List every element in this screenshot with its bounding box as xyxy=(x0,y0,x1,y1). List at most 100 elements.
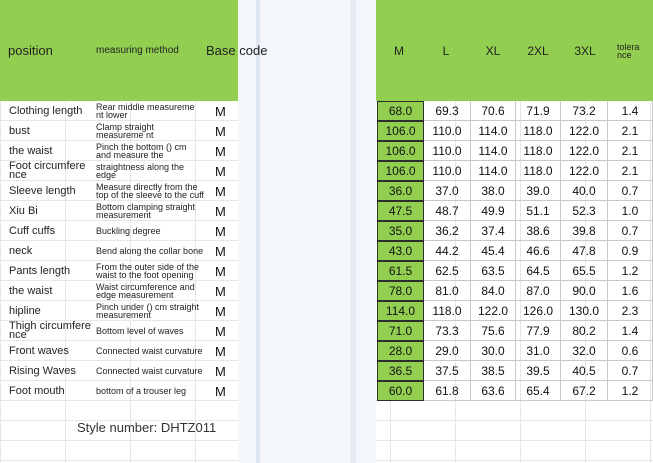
cell-size-value[interactable]: 114.0 xyxy=(471,121,516,141)
cell-base-code[interactable]: M xyxy=(215,241,235,261)
style-number[interactable]: Style number: DHTZ011 xyxy=(77,420,216,435)
cell-position[interactable]: Rising Waves xyxy=(9,361,97,381)
cell-size-value[interactable]: 28.0 xyxy=(377,341,424,361)
cell-position[interactable]: Pants length xyxy=(9,261,97,281)
cell-size-value[interactable]: 39.8 xyxy=(561,221,608,241)
cell-position[interactable]: Foot mouth xyxy=(9,381,97,401)
cell-size-value[interactable]: 122.0 xyxy=(471,301,516,321)
cell-base-code[interactable]: M xyxy=(215,161,235,181)
cell-size-value[interactable]: 110.0 xyxy=(424,161,471,181)
cell-size-value[interactable]: 114.0 xyxy=(377,301,424,321)
cell-size-value[interactable]: 46.6 xyxy=(516,241,561,261)
cell-base-code[interactable]: M xyxy=(215,201,235,221)
cell-size-value[interactable]: 110.0 xyxy=(424,121,471,141)
cell-size-value[interactable]: 118.0 xyxy=(516,121,561,141)
cell-tolerance[interactable]: 0.7 xyxy=(608,181,653,201)
cell-size-value[interactable]: 36.2 xyxy=(424,221,471,241)
cell-size-value[interactable]: 118.0 xyxy=(516,141,561,161)
cell-size-value[interactable]: 71.0 xyxy=(377,321,424,341)
cell-tolerance[interactable]: 0.7 xyxy=(608,361,653,381)
header-size-2xl[interactable]: 2XL xyxy=(520,0,556,101)
cell-measuring-method[interactable]: Pinch under () cm straight measurement xyxy=(96,301,204,321)
cell-base-code[interactable]: M xyxy=(215,181,235,201)
cell-base-code[interactable]: M xyxy=(215,221,235,241)
cell-base-code[interactable]: M xyxy=(215,281,235,301)
cell-base-code[interactable]: M xyxy=(215,141,235,161)
cell-base-code[interactable]: M xyxy=(215,121,235,141)
cell-tolerance[interactable]: 1.4 xyxy=(608,101,653,121)
cell-size-value[interactable]: 65.4 xyxy=(516,381,561,401)
spreadsheet[interactable]: position measuring method Base code M L … xyxy=(0,0,653,463)
cell-size-value[interactable]: 106.0 xyxy=(377,121,424,141)
cell-size-value[interactable]: 38.0 xyxy=(471,181,516,201)
cell-size-value[interactable]: 47.5 xyxy=(377,201,424,221)
cell-position[interactable]: neck xyxy=(9,241,97,261)
cell-tolerance[interactable]: 0.7 xyxy=(608,221,653,241)
cell-size-value[interactable]: 61.5 xyxy=(377,261,424,281)
cell-measuring-method[interactable]: bottom of a trouser leg xyxy=(96,381,204,401)
cell-measuring-method[interactable]: Measure directly from the top of the sle… xyxy=(96,181,204,201)
cell-size-value[interactable]: 90.0 xyxy=(561,281,608,301)
cell-size-value[interactable]: 63.6 xyxy=(471,381,516,401)
cell-tolerance[interactable]: 0.6 xyxy=(608,341,653,361)
cell-measuring-method[interactable]: Clamp straight measureme nt xyxy=(96,121,204,141)
cell-size-value[interactable]: 106.0 xyxy=(377,161,424,181)
cell-position[interactable]: Front waves xyxy=(9,341,97,361)
cell-size-value[interactable]: 84.0 xyxy=(471,281,516,301)
cell-size-value[interactable]: 60.0 xyxy=(377,381,424,401)
cell-tolerance[interactable]: 2.1 xyxy=(608,141,653,161)
cell-size-value[interactable]: 126.0 xyxy=(516,301,561,321)
cell-size-value[interactable]: 40.0 xyxy=(561,181,608,201)
cell-size-value[interactable]: 43.0 xyxy=(377,241,424,261)
cell-size-value[interactable]: 62.5 xyxy=(424,261,471,281)
cell-size-value[interactable]: 68.0 xyxy=(377,101,424,121)
cell-size-value[interactable]: 75.6 xyxy=(471,321,516,341)
cell-position[interactable]: Thigh circumfere nce xyxy=(9,321,97,341)
cell-tolerance[interactable]: 1.2 xyxy=(608,261,653,281)
cell-measuring-method[interactable]: Waist circumference and edge measurement xyxy=(96,281,204,301)
cell-measuring-method[interactable]: Bottom level of waves xyxy=(96,321,204,341)
cell-base-code[interactable]: M xyxy=(215,301,235,321)
cell-size-value[interactable]: 44.2 xyxy=(424,241,471,261)
cell-size-value[interactable]: 49.9 xyxy=(471,201,516,221)
cell-position[interactable]: Sleeve length xyxy=(9,181,97,201)
cell-tolerance[interactable]: 1.0 xyxy=(608,201,653,221)
cell-size-value[interactable]: 73.3 xyxy=(424,321,471,341)
cell-size-value[interactable]: 37.0 xyxy=(424,181,471,201)
cell-base-code[interactable]: M xyxy=(215,261,235,281)
cell-size-value[interactable]: 52.3 xyxy=(561,201,608,221)
cell-size-value[interactable]: 38.5 xyxy=(471,361,516,381)
cell-size-value[interactable]: 39.5 xyxy=(516,361,561,381)
cell-position[interactable]: Clothing length xyxy=(9,101,97,121)
cell-measuring-method[interactable]: Connected waist curvature xyxy=(96,361,204,381)
cell-base-code[interactable]: M xyxy=(215,381,235,401)
cell-size-value[interactable]: 37.5 xyxy=(424,361,471,381)
header-base-code[interactable]: Base code xyxy=(206,0,267,101)
header-size-3xl[interactable]: 3XL xyxy=(566,0,604,101)
cell-tolerance[interactable]: 1.2 xyxy=(608,381,653,401)
cell-base-code[interactable]: M xyxy=(215,321,235,341)
cell-size-value[interactable]: 36.5 xyxy=(377,361,424,381)
header-size-m[interactable]: M xyxy=(381,0,417,101)
cell-measuring-method[interactable]: From the outer side of the waist to the … xyxy=(96,261,204,281)
cell-position[interactable]: hipline xyxy=(9,301,97,321)
cell-size-value[interactable]: 130.0 xyxy=(561,301,608,321)
cell-size-value[interactable]: 61.8 xyxy=(424,381,471,401)
cell-size-value[interactable]: 118.0 xyxy=(424,301,471,321)
cell-size-value[interactable]: 78.0 xyxy=(377,281,424,301)
cell-measuring-method[interactable]: Rear middle measureme nt lower xyxy=(96,101,204,121)
cell-size-value[interactable]: 45.4 xyxy=(471,241,516,261)
cell-size-value[interactable]: 71.9 xyxy=(516,101,561,121)
header-position[interactable]: position xyxy=(8,0,53,101)
cell-measuring-method[interactable]: Buckling degree xyxy=(96,221,204,241)
cell-size-value[interactable]: 64.5 xyxy=(516,261,561,281)
cell-measuring-method[interactable]: Bottom clamping straight measurement xyxy=(96,201,204,221)
cell-position[interactable]: the waist xyxy=(9,281,97,301)
cell-size-value[interactable]: 32.0 xyxy=(561,341,608,361)
cell-size-value[interactable]: 70.6 xyxy=(471,101,516,121)
header-size-l[interactable]: L xyxy=(428,0,464,101)
cell-size-value[interactable]: 51.1 xyxy=(516,201,561,221)
cell-position[interactable]: bust xyxy=(9,121,97,141)
cell-size-value[interactable]: 69.3 xyxy=(424,101,471,121)
cell-size-value[interactable]: 80.2 xyxy=(561,321,608,341)
